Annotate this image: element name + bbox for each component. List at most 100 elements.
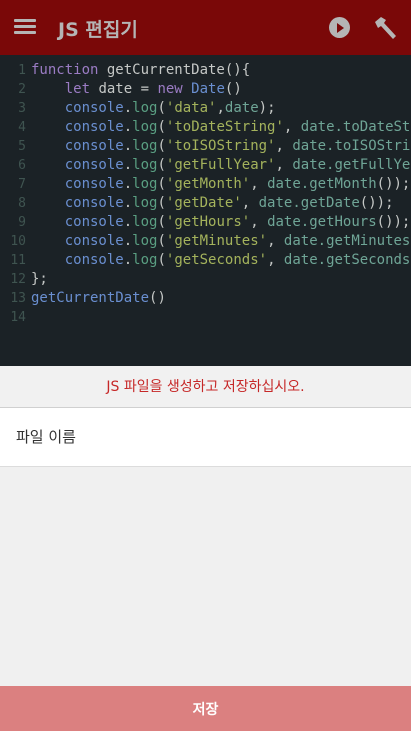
line-number: 13 — [10, 291, 26, 306]
code-token: log — [132, 214, 158, 230]
code-line[interactable]: 8 console.log('getDate', date.getDate())… — [0, 194, 411, 213]
code-token: 'toDateString' — [165, 119, 284, 135]
code-token: date.getHours — [267, 214, 377, 230]
save-button[interactable]: 저장 — [0, 686, 411, 731]
code-token: 'getHours' — [165, 214, 251, 230]
code-token: . — [123, 119, 133, 135]
code-text: function getCurrentDate(){ — [31, 61, 250, 80]
line-number: 9 — [18, 215, 26, 230]
line-number: 6 — [18, 158, 26, 173]
code-token: ( — [157, 157, 166, 173]
code-token: console — [64, 119, 124, 135]
code-token: . — [123, 252, 133, 268]
code-token: console — [64, 214, 124, 230]
code-text: console.log('getSeconds', date.getSecond… — [31, 251, 411, 270]
code-token: console — [64, 252, 124, 268]
code-token: log — [132, 195, 158, 211]
code-line[interactable]: 1 function getCurrentDate(){ — [0, 61, 411, 80]
code-token: date.getDate — [258, 195, 360, 211]
code-token: , — [216, 100, 225, 116]
code-line[interactable]: 4 console.log('toDateString', date.toDat… — [0, 118, 411, 137]
code-token: log — [132, 138, 158, 154]
hammer-icon[interactable] — [372, 15, 398, 41]
code-token: , — [267, 252, 284, 268]
code-token: ()); — [376, 214, 411, 230]
line-number: 10 — [10, 234, 26, 249]
code-token: () — [149, 290, 166, 306]
instruction-message: JS 파일을 생성하고 저장하십시오. — [0, 366, 411, 408]
code-token: ( — [157, 252, 166, 268]
code-line[interactable]: 11 console.log('getSeconds', date.getSec… — [0, 251, 411, 270]
code-token: (){ — [224, 62, 251, 78]
code-line[interactable]: 2 let date = new Date() — [0, 80, 411, 99]
code-token: ( — [157, 214, 166, 230]
code-token: date.toDateString — [300, 119, 411, 135]
code-token: date.toISOString — [292, 138, 411, 154]
code-text: let date = new Date() — [31, 80, 242, 99]
code-line[interactable]: 13 getCurrentDate() — [0, 289, 411, 308]
code-line[interactable]: 5 console.log('toISOString', date.toISOS… — [0, 137, 411, 156]
code-token: . — [123, 233, 133, 249]
code-line[interactable]: 14 — [0, 308, 411, 327]
filename-input[interactable] — [0, 408, 411, 467]
code-editor[interactable]: 1 function getCurrentDate(){2 let date = … — [0, 55, 411, 366]
app-header: JS 편집기 — [0, 0, 411, 55]
code-token: console — [64, 157, 124, 173]
code-line[interactable]: 6 console.log('getFullYear', date.getFul… — [0, 156, 411, 175]
line-number: 8 — [18, 196, 26, 211]
code-token: date.getFullYear — [292, 157, 411, 173]
code-token: date.getMonth — [267, 176, 377, 192]
code-text: console.log('getMinutes', date.getMinute… — [31, 232, 411, 251]
code-token: getCurrentDate — [106, 62, 225, 78]
code-text: }; — [31, 270, 48, 289]
code-token: () — [224, 81, 242, 97]
hamburger-menu-icon[interactable] — [14, 19, 36, 35]
code-token: 'getFullYear' — [165, 157, 276, 173]
code-token: }; — [31, 271, 48, 287]
line-number: 1 — [18, 63, 26, 78]
code-token: . — [123, 100, 133, 116]
code-text: console.log('data',date); — [31, 99, 276, 118]
line-number: 14 — [10, 310, 26, 325]
code-token: 'data' — [165, 100, 217, 116]
code-text: console.log('getDate', date.getDate()); — [31, 194, 394, 213]
code-token: ); — [258, 100, 276, 116]
code-token: console — [64, 195, 124, 211]
code-token: . — [123, 214, 133, 230]
line-number: 2 — [18, 82, 26, 97]
code-token: , — [275, 138, 293, 154]
code-line[interactable]: 7 console.log('getMonth', date.getMonth(… — [0, 175, 411, 194]
code-token: let — [64, 81, 99, 97]
code-token: ( — [157, 100, 166, 116]
code-line[interactable]: 12}; — [0, 270, 411, 289]
code-token: console — [64, 100, 124, 116]
code-text: console.log('toDateString', date.toDateS… — [31, 118, 411, 137]
code-token: date = — [98, 81, 158, 97]
code-line[interactable]: 10 console.log('getMinutes', date.getMin… — [0, 232, 411, 251]
code-token: log — [132, 252, 158, 268]
line-number: 7 — [18, 177, 26, 192]
code-token: date — [224, 100, 259, 116]
code-token: , — [241, 195, 259, 211]
code-token: date.getMinutes — [283, 233, 411, 249]
run-button-play-icon[interactable] — [329, 17, 350, 38]
code-token: 'getMonth' — [165, 176, 251, 192]
code-text: console.log('toISOString', date.toISOStr… — [31, 137, 411, 156]
code-token: ( — [157, 119, 166, 135]
code-text: getCurrentDate() — [31, 289, 166, 308]
code-token: . — [123, 195, 133, 211]
code-token: log — [132, 157, 158, 173]
code-line[interactable]: 9 console.log('getHours', date.getHours(… — [0, 213, 411, 232]
line-number: 11 — [10, 253, 26, 268]
code-token: log — [132, 119, 158, 135]
code-token: Date — [191, 81, 225, 97]
code-line[interactable]: 3 console.log('data',date); — [0, 99, 411, 118]
code-token: . — [123, 138, 133, 154]
